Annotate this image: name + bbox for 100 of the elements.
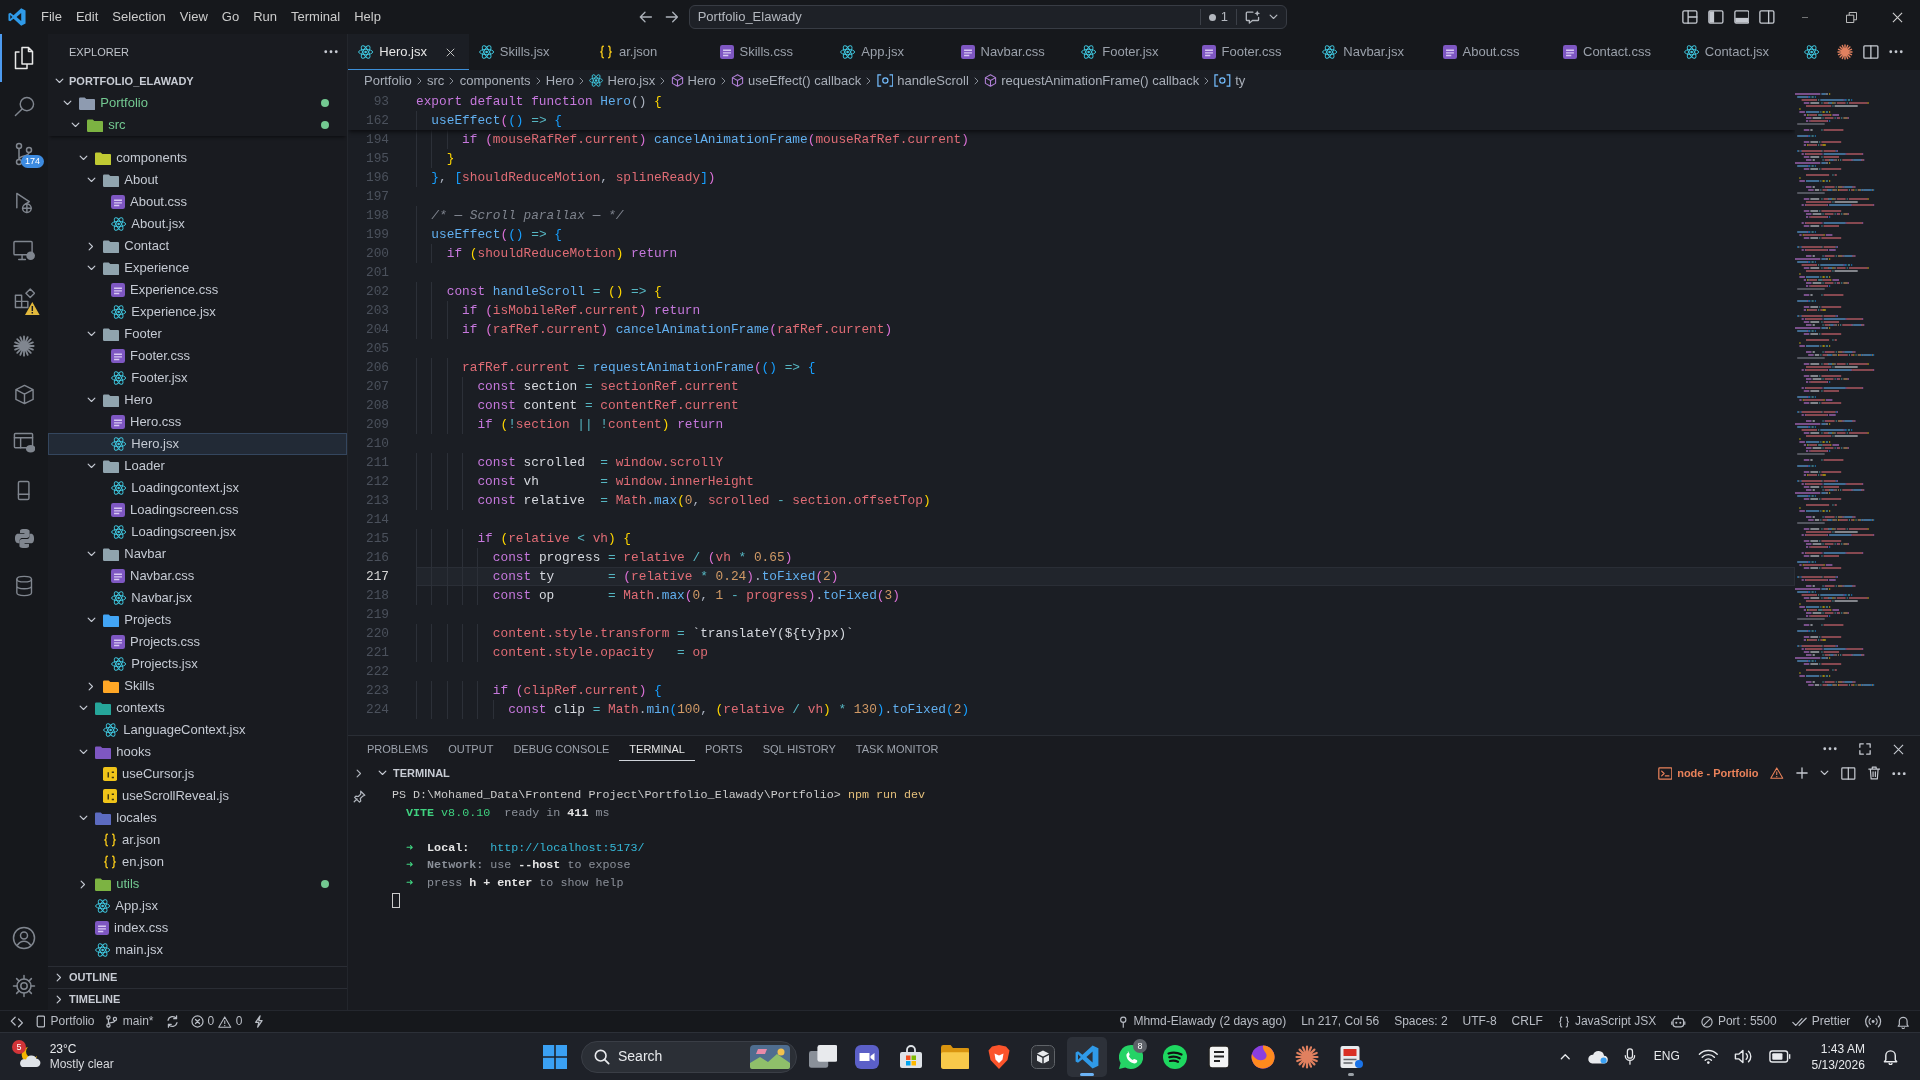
tree-entry[interactable]: Navbar.jsx — [48, 587, 347, 609]
pin-icon[interactable] — [352, 790, 366, 803]
menu-item[interactable]: Selection — [105, 6, 173, 28]
panel-tab[interactable]: TERMINAL — [619, 737, 695, 761]
panel-tab[interactable]: DEBUG CONSOLE — [503, 737, 620, 761]
panel-tab[interactable]: PROBLEMS — [357, 737, 439, 761]
breadcrumb-item[interactable]: components — [459, 72, 531, 90]
tree-folder[interactable]: About — [48, 169, 347, 191]
lightning-icon[interactable] — [254, 1015, 265, 1028]
chevron-icon[interactable] — [356, 769, 362, 778]
clock-date[interactable]: 5/13/2026 — [1811, 1056, 1865, 1073]
breadcrumb-item[interactable]: requestAnimationFrame() callback — [984, 72, 1200, 90]
terminal-instance[interactable]: node - Portfolio — [1657, 766, 1759, 781]
close-icon[interactable] — [445, 47, 455, 57]
tree-entry[interactable]: Experience.css — [48, 279, 347, 301]
language-status[interactable]: JavaScript JSX — [1557, 1013, 1657, 1030]
tree-entry[interactable]: useCursor.js — [48, 763, 347, 785]
formatter-status[interactable]: Prettier — [1791, 1013, 1851, 1030]
panel-tab[interactable]: OUTPUT — [438, 737, 504, 761]
tree-folder[interactable]: contexts — [48, 697, 347, 719]
split-editor-icon[interactable] — [1863, 45, 1879, 59]
warning-icon[interactable] — [1770, 767, 1784, 780]
port-status[interactable]: Port : 5500 — [1700, 1013, 1777, 1030]
cloud-icon[interactable] — [1586, 1049, 1608, 1064]
remote-icon[interactable] — [10, 1015, 24, 1028]
tree-folder[interactable]: Projects — [48, 609, 347, 631]
tree-entry[interactable]: Hero.jsx — [48, 433, 347, 455]
tree-entry[interactable]: index.css — [48, 917, 347, 939]
editor-tab[interactable]: Footer.jsx — [1071, 34, 1192, 70]
monitor-icon[interactable] — [12, 239, 36, 261]
panel-tab[interactable]: PORTS — [694, 737, 753, 761]
chevron-icon[interactable] — [1819, 770, 1829, 777]
restore-icon[interactable] — [1845, 11, 1857, 23]
editor-tab[interactable]: Skills.jsx — [468, 34, 589, 70]
menu-item[interactable]: File — [34, 6, 69, 28]
tree-entry[interactable]: App.jsx — [48, 895, 347, 917]
tree-folder[interactable]: locales — [48, 807, 347, 829]
tree-entry[interactable]: Projects.jsx — [48, 653, 347, 675]
editor-tab[interactable]: Skills.css — [709, 34, 830, 70]
editor-tab[interactable]: Contact.jsx — [1673, 34, 1794, 70]
tree-folder[interactable]: Navbar — [48, 543, 347, 565]
tree-entry[interactable]: Navbar.css — [48, 565, 347, 587]
tree-entry[interactable]: Footer.jsx — [48, 367, 347, 389]
search-input[interactable]: Search — [618, 1047, 708, 1066]
more-icon[interactable] — [1823, 747, 1837, 751]
menu-item[interactable]: Terminal — [284, 6, 348, 28]
status-item[interactable]: Spaces: 2 — [1394, 1013, 1448, 1030]
tree-folder[interactable]: Experience — [48, 257, 347, 279]
cube-icon[interactable] — [13, 383, 35, 405]
tree-entry[interactable]: useScrollReveal.js — [48, 785, 347, 807]
tree-entry[interactable]: Footer.css — [48, 345, 347, 367]
tree-folder[interactable]: src — [48, 114, 347, 136]
tree-entry[interactable]: LanguageContext.jsx — [48, 719, 347, 741]
menu-item[interactable]: Edit — [68, 6, 106, 28]
tree-entry[interactable]: Loadingscreen.jsx — [48, 521, 347, 543]
search-icon[interactable] — [13, 95, 35, 117]
sync-icon[interactable] — [165, 1015, 179, 1028]
robot-icon[interactable] — [1671, 1015, 1686, 1028]
maximize-icon[interactable] — [1859, 743, 1871, 755]
layout-icon[interactable] — [1682, 10, 1698, 24]
editor-tab[interactable]: Footer.css — [1191, 34, 1312, 70]
tree-entry[interactable]: Projects.css — [48, 631, 347, 653]
settings-icon[interactable] — [12, 974, 36, 998]
sparkle-icon[interactable] — [1837, 44, 1853, 60]
sidebar-toggle-icon[interactable] — [1707, 10, 1724, 24]
battery-icon[interactable] — [1769, 1050, 1792, 1063]
chat-icon[interactable] — [1244, 10, 1261, 24]
breadcrumb-item[interactable]: Hero.jsx — [589, 72, 656, 90]
clock-time[interactable]: 1:43 AM — [1811, 1040, 1865, 1057]
minimize-icon[interactable] — [1802, 16, 1808, 18]
broadcast-icon[interactable] — [1865, 1015, 1882, 1028]
bell-icon[interactable] — [1896, 1014, 1909, 1029]
blame-status[interactable]: Mhmd-Elawady (2 days ago) — [1117, 1013, 1287, 1030]
breadcrumb-item[interactable]: useEffect() callback — [731, 72, 862, 90]
back-arrow-icon[interactable] — [639, 11, 653, 23]
tree-folder[interactable]: Skills — [48, 675, 347, 697]
panel-tab[interactable]: TASK MONITOR — [845, 737, 949, 761]
tree-entry[interactable]: About.jsx — [48, 213, 347, 235]
breadcrumb-item[interactable]: Portfolio — [364, 72, 412, 90]
panel-toggle-icon[interactable] — [1733, 10, 1750, 24]
secondary-sidebar-icon[interactable] — [1759, 10, 1775, 24]
section-header[interactable]: OUTLINE — [48, 966, 347, 988]
database-icon[interactable] — [14, 575, 34, 597]
language-indicator[interactable]: ENG — [1653, 1048, 1680, 1065]
account-icon[interactable] — [12, 926, 36, 950]
breadcrumb-item[interactable]: src — [427, 72, 445, 90]
chevron-icon[interactable] — [1268, 14, 1278, 20]
breadcrumb-item[interactable]: handleScroll — [876, 72, 969, 90]
run-debug-icon[interactable] — [13, 190, 35, 214]
editor-tab[interactable]: ar.json — [589, 34, 710, 70]
tree-entry[interactable]: Loadingscreen.css — [48, 499, 347, 521]
plus-icon[interactable] — [1795, 767, 1808, 780]
editor-tab[interactable]: Hero.jsx — [348, 34, 469, 70]
wifi-icon[interactable] — [1697, 1049, 1719, 1064]
status-item[interactable]: Portfolio — [35, 1013, 95, 1030]
branch-status[interactable]: main* — [106, 1013, 154, 1030]
menu-item[interactable]: Help — [347, 6, 388, 28]
tree-entry[interactable]: Experience.jsx — [48, 301, 347, 323]
tree-folder[interactable]: Loader — [48, 455, 347, 477]
tree-entry[interactable]: Loadingcontext.jsx — [48, 477, 347, 499]
